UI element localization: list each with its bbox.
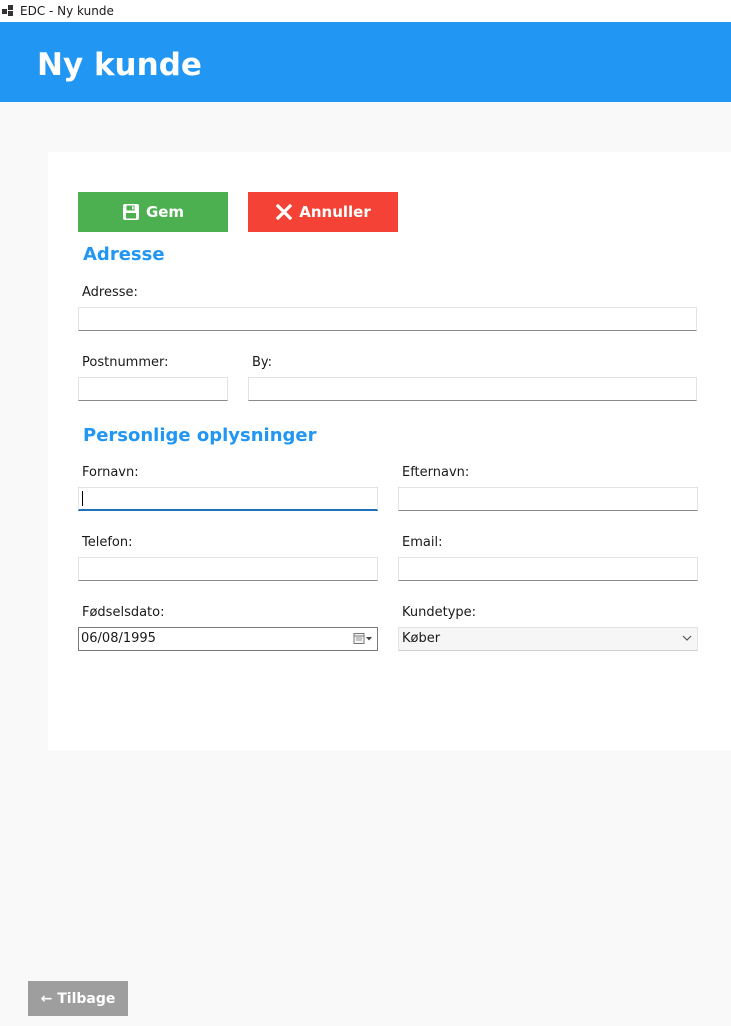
window-titlebar: EDC - Ny kunde	[0, 0, 731, 22]
first-name-input[interactable]	[78, 487, 378, 511]
address-section-title: Adresse	[83, 244, 165, 265]
page-header: Ny kunde	[0, 22, 731, 102]
floppy-disk-icon	[122, 204, 139, 220]
phone-label: Telefon:	[82, 535, 133, 550]
text-caret	[82, 491, 83, 506]
email-input[interactable]	[398, 557, 698, 581]
postal-code-input[interactable]	[78, 377, 228, 401]
cancel-button-label: Annuller	[299, 203, 371, 221]
close-icon	[275, 203, 293, 221]
first-name-label: Fornavn:	[82, 465, 139, 480]
window-title: EDC - Ny kunde	[20, 4, 114, 18]
app-icon	[2, 5, 14, 17]
customer-type-label: Kundetype:	[402, 605, 477, 620]
city-label: By:	[252, 355, 273, 370]
birthdate-label: Fødselsdato:	[82, 605, 165, 620]
customer-form-card: Gem Annuller Adresse Adresse: Postnummer…	[48, 152, 731, 751]
calendar-icon[interactable]	[353, 633, 373, 645]
last-name-label: Efternavn:	[402, 465, 470, 480]
page-title: Ny kunde	[37, 47, 202, 83]
birthdate-value: 06/08/1995	[81, 631, 156, 646]
cancel-button[interactable]: Annuller	[248, 192, 398, 232]
back-button[interactable]: ← Tilbage	[28, 981, 128, 1016]
address-label: Adresse:	[82, 285, 138, 300]
postal-code-label: Postnummer:	[82, 355, 169, 370]
birthdate-picker[interactable]: 06/08/1995	[78, 627, 378, 651]
customer-type-select[interactable]: Køber	[398, 627, 698, 651]
save-button[interactable]: Gem	[78, 192, 228, 232]
address-input[interactable]	[78, 307, 697, 331]
last-name-input[interactable]	[398, 487, 698, 511]
save-button-label: Gem	[145, 203, 185, 221]
customer-type-value: Køber	[402, 631, 441, 646]
email-label: Email:	[402, 535, 443, 550]
chevron-down-icon	[682, 635, 692, 641]
phone-input[interactable]	[78, 557, 378, 581]
personal-info-section-title: Personlige oplysninger	[83, 425, 317, 446]
city-input[interactable]	[248, 377, 697, 401]
